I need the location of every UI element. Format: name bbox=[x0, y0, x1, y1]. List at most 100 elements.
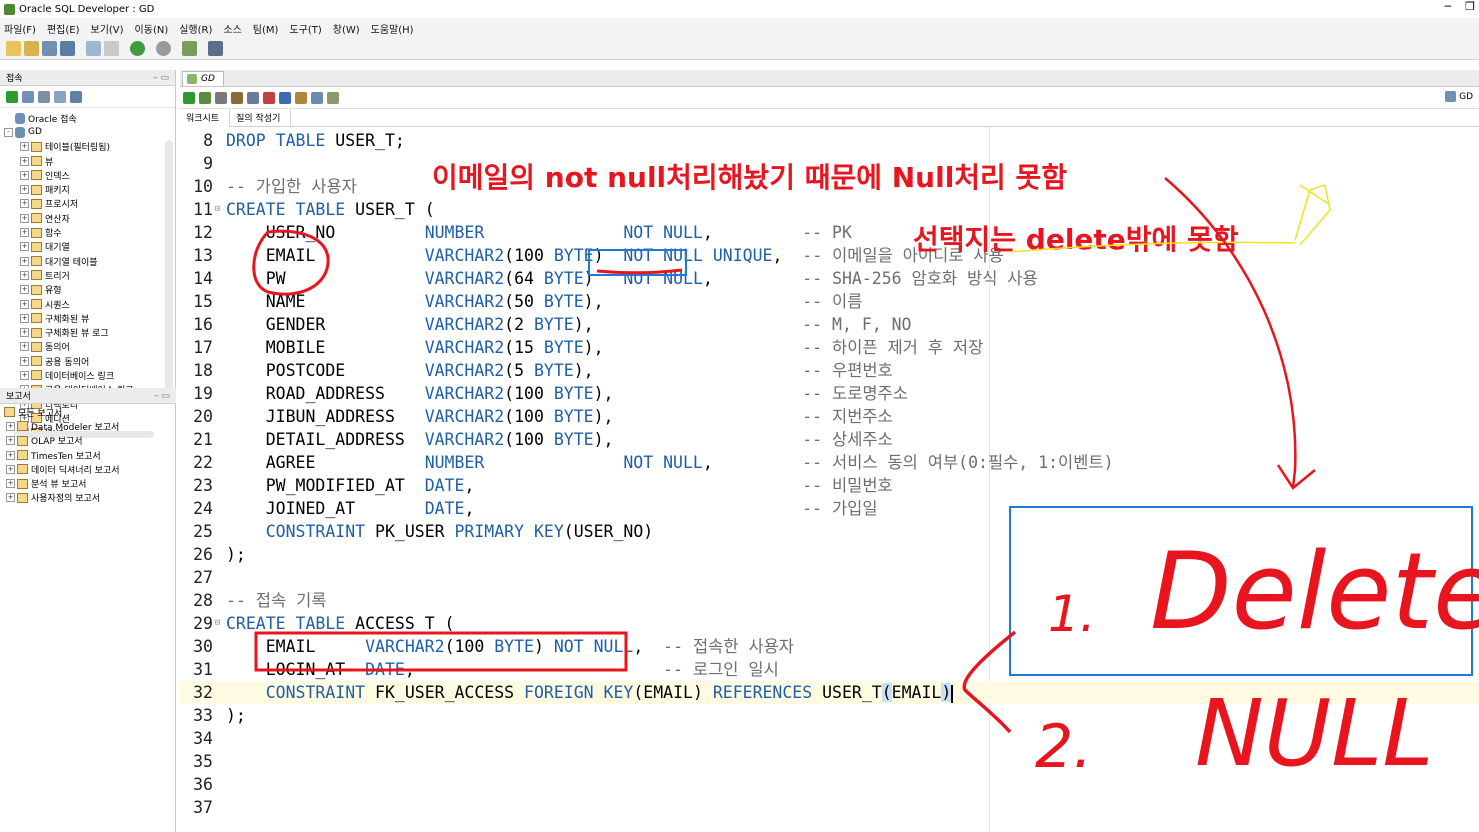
tree-item[interactable]: + 대기열 bbox=[0, 240, 175, 254]
save-all-icon[interactable] bbox=[60, 41, 75, 56]
run-statement-icon[interactable] bbox=[183, 91, 195, 104]
menu-team[interactable]: 팀(M) bbox=[253, 21, 279, 36]
menu-view[interactable]: 보기(V) bbox=[91, 21, 124, 36]
report-item[interactable]: + OLAP 보고서 bbox=[0, 434, 176, 448]
tuning-icon[interactable] bbox=[279, 91, 291, 104]
commit-icon[interactable] bbox=[231, 91, 243, 104]
tree-expander-icon[interactable]: + bbox=[6, 421, 15, 431]
report-item[interactable]: + TimesTen 보고서 bbox=[0, 448, 176, 462]
clear-icon[interactable] bbox=[295, 91, 307, 104]
code-line[interactable]: 21 DETAIL_ADDRESS VARCHAR2(100 BYTE), --… bbox=[180, 428, 1479, 451]
fold-toggle-icon[interactable]: ⊟ bbox=[215, 612, 220, 635]
menu-run[interactable]: 실행(R) bbox=[179, 21, 212, 36]
sql-worksheet-icon[interactable] bbox=[208, 41, 223, 56]
code-line[interactable]: 31 LOGIN_AT DATE, -- 로그인 일시 bbox=[180, 658, 1479, 681]
report-item[interactable]: 모든 보고서 bbox=[0, 405, 176, 419]
tree-expander-icon[interactable]: + bbox=[6, 436, 15, 446]
tab-worksheet[interactable]: 워크시트 bbox=[180, 108, 231, 127]
report-item[interactable]: + 분석 뷰 보고서 bbox=[0, 476, 176, 490]
tree-expander-icon[interactable]: + bbox=[20, 156, 29, 166]
explain-plan-icon[interactable] bbox=[263, 91, 275, 104]
tree-vertical-scrollbar[interactable] bbox=[165, 140, 173, 400]
autotrace-icon[interactable] bbox=[215, 91, 227, 104]
tree-item[interactable]: + 시퀀스 bbox=[0, 297, 175, 311]
pane-controls[interactable]: – ▭ bbox=[153, 73, 169, 83]
tree-expander-icon[interactable]: + bbox=[20, 242, 29, 252]
undo-icon[interactable] bbox=[86, 41, 101, 56]
open-icon[interactable] bbox=[24, 41, 39, 56]
tree-expander-icon[interactable]: - bbox=[4, 127, 13, 137]
tree-expander-icon[interactable]: + bbox=[20, 356, 29, 366]
menu-edit[interactable]: 편집(E) bbox=[47, 21, 80, 36]
tree-item[interactable]: + 함수 bbox=[0, 225, 175, 239]
tree-item[interactable]: + 뷰 bbox=[0, 154, 175, 168]
tree-expander-icon[interactable]: + bbox=[20, 256, 29, 266]
run-script-icon[interactable] bbox=[199, 91, 211, 104]
tree-item[interactable]: + 대기열 테이블 bbox=[0, 254, 175, 268]
tree-item[interactable]: - GD bbox=[0, 125, 175, 139]
tree-expander-icon[interactable]: + bbox=[20, 285, 29, 295]
code-line[interactable]: 12 USER_NO NUMBER NOT NULL, -- PK bbox=[180, 221, 1479, 244]
code-line[interactable]: 8 DROP TABLE USER_T; bbox=[180, 129, 1479, 152]
tree-expander-icon[interactable]: + bbox=[20, 142, 29, 152]
code-line[interactable]: 23 PW_MODIFIED_AT DATE, -- 비밀번호 bbox=[180, 474, 1479, 497]
format-icon[interactable] bbox=[327, 91, 339, 104]
code-line[interactable]: 20 JIBUN_ADDRESS VARCHAR2(100 BYTE), -- … bbox=[180, 405, 1479, 428]
tree-expander-icon[interactable]: + bbox=[20, 270, 29, 280]
menu-navigate[interactable]: 이동(N) bbox=[135, 21, 169, 36]
save-icon[interactable] bbox=[42, 41, 57, 56]
tree-expander-icon[interactable]: + bbox=[20, 313, 29, 323]
tree-item[interactable]: + 유형 bbox=[0, 283, 175, 297]
rollback-icon[interactable] bbox=[247, 91, 259, 104]
tree-item[interactable]: + 트리거 bbox=[0, 268, 175, 282]
code-line[interactable]: 17 MOBILE VARCHAR2(15 BYTE), -- 하이픈 제거 후… bbox=[180, 336, 1479, 359]
tree-expander-icon[interactable]: + bbox=[20, 185, 29, 195]
restore-button[interactable]: ❐ bbox=[1465, 0, 1475, 13]
tab-gd[interactable]: GD bbox=[182, 71, 224, 86]
report-item[interactable]: + 데이터 딕셔너리 보고서 bbox=[0, 462, 176, 476]
menu-source[interactable]: 소스 bbox=[223, 21, 241, 36]
tree-expander-icon[interactable]: + bbox=[6, 464, 15, 474]
tree-item[interactable]: Oracle 접속 bbox=[0, 111, 175, 125]
tree-expander-icon[interactable]: + bbox=[6, 493, 15, 503]
tree-expander-icon[interactable]: + bbox=[20, 342, 29, 352]
code-line[interactable]: 13 EMAIL VARCHAR2(100 BYTE) NOT NULL UNI… bbox=[180, 244, 1479, 267]
tree-item[interactable]: + 구체화된 뷰 로그 bbox=[0, 325, 175, 339]
tree-expander-icon[interactable]: + bbox=[20, 170, 29, 180]
refresh-icon[interactable] bbox=[22, 90, 34, 103]
tree-expander-icon[interactable]: + bbox=[20, 328, 29, 338]
tree-item[interactable]: + 테이블(필터링됨) bbox=[0, 140, 175, 154]
report-item[interactable]: + Data Modeler 보고서 bbox=[0, 419, 176, 433]
tree-item[interactable]: + 데이터베이스 링크 bbox=[0, 368, 175, 382]
manage-icon[interactable] bbox=[70, 90, 82, 103]
tree-item[interactable]: + 패키지 bbox=[0, 182, 175, 196]
tree-expander-icon[interactable]: + bbox=[6, 479, 15, 489]
history-icon[interactable] bbox=[311, 91, 323, 104]
reports-pane-controls[interactable]: – ▭ bbox=[154, 391, 170, 401]
add-connection-icon[interactable] bbox=[6, 90, 18, 103]
code-line[interactable]: 14 PW VARCHAR2(64 BYTE) NOT NULL, -- SHA… bbox=[180, 267, 1479, 290]
migrate-icon[interactable] bbox=[182, 41, 197, 56]
report-item[interactable]: + 사용자정의 보고서 bbox=[0, 491, 176, 505]
menu-help[interactable]: 도움말(H) bbox=[371, 21, 414, 36]
fold-toggle-icon[interactable]: ⊟ bbox=[215, 198, 220, 221]
menu-file[interactable]: 파일(F) bbox=[4, 21, 36, 36]
code-line[interactable]: 18 POSTCODE VARCHAR2(5 BYTE), -- 우편번호 bbox=[180, 359, 1479, 382]
code-line[interactable]: 11 ⊟ CREATE TABLE USER_T ( bbox=[180, 198, 1479, 221]
schema-browser-icon[interactable] bbox=[54, 90, 66, 103]
minimize-button[interactable]: ─ bbox=[1445, 0, 1452, 13]
menu-window[interactable]: 창(W) bbox=[333, 21, 360, 36]
code-line[interactable]: 19 ROAD_ADDRESS VARCHAR2(100 BYTE), -- 도… bbox=[180, 382, 1479, 405]
new-icon[interactable] bbox=[6, 41, 21, 56]
tree-item[interactable]: + 프로시저 bbox=[0, 197, 175, 211]
code-line[interactable]: 15 NAME VARCHAR2(50 BYTE), -- 이름 bbox=[180, 290, 1479, 313]
tree-item[interactable]: + 인덱스 bbox=[0, 168, 175, 182]
tree-item[interactable]: + 동의어 bbox=[0, 340, 175, 354]
tree-expander-icon[interactable]: + bbox=[6, 450, 15, 460]
redo-icon[interactable] bbox=[104, 41, 119, 56]
tree-item[interactable]: + 연산자 bbox=[0, 211, 175, 225]
tab-query-builder[interactable]: 질의 작성기 bbox=[230, 108, 292, 127]
code-line[interactable]: 22 AGREE NUMBER NOT NULL, -- 서비스 동의 여부(0… bbox=[180, 451, 1479, 474]
filter-icon[interactable] bbox=[38, 90, 50, 103]
tree-expander-icon[interactable]: + bbox=[20, 213, 29, 223]
